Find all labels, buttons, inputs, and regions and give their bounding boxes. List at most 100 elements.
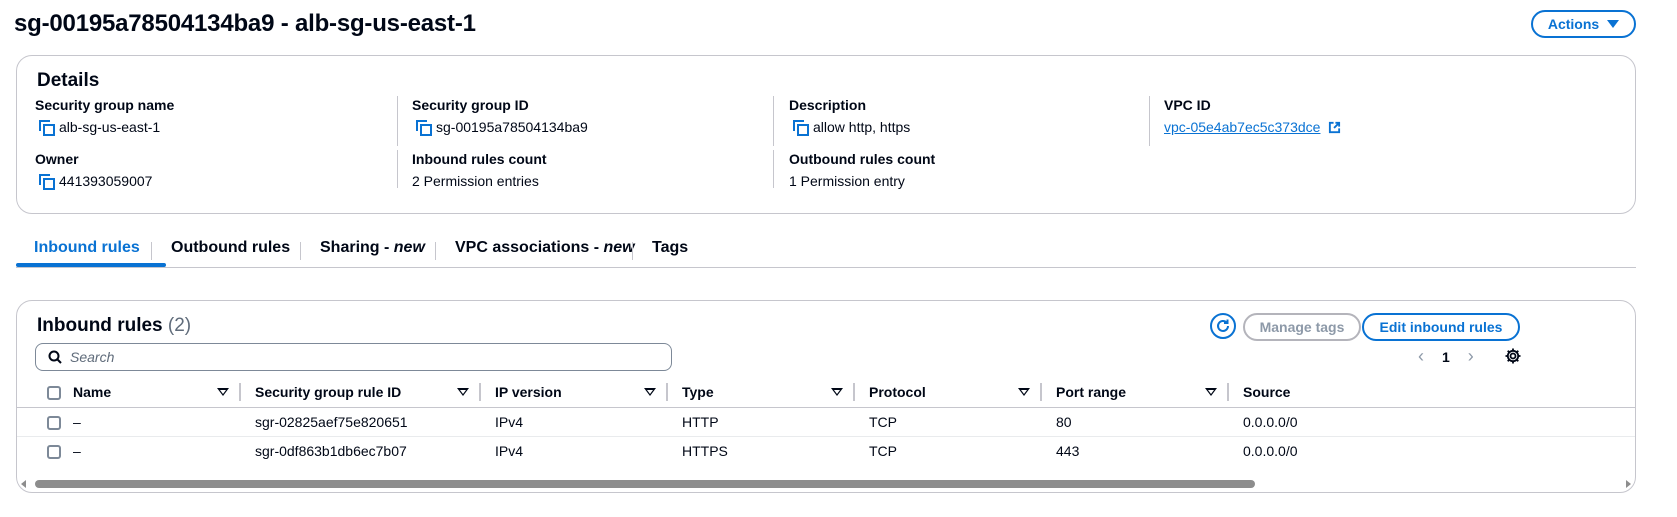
- tab-separator: [632, 242, 633, 260]
- external-link-icon[interactable]: [1328, 121, 1341, 134]
- row-checkbox[interactable]: [47, 416, 61, 431]
- scroll-right-icon[interactable]: [1626, 480, 1631, 488]
- divider: [1149, 96, 1150, 146]
- column-header-protocol[interactable]: Protocol: [855, 377, 1042, 408]
- details-title: Details: [37, 70, 100, 91]
- cell-protocol: TCP: [869, 414, 897, 430]
- sort-icon[interactable]: [1018, 388, 1030, 396]
- tab-vpc-associations[interactable]: VPC associations - new: [455, 232, 635, 266]
- tab-outbound-rules[interactable]: Outbound rules: [171, 232, 290, 266]
- sort-icon[interactable]: [217, 388, 229, 396]
- cell-port-range: 80: [1056, 414, 1072, 430]
- cell-rule-id: sgr-0df863b1db6ec7b07: [255, 443, 407, 460]
- sort-icon[interactable]: [644, 388, 656, 396]
- field-value: 441393059007: [59, 173, 153, 189]
- tab-label: VPC associations -: [455, 239, 604, 256]
- pagination: ‹ 1 ›: [1418, 346, 1474, 367]
- search-field[interactable]: [35, 343, 672, 371]
- caret-down-icon: [1607, 20, 1620, 28]
- cell-source: 0.0.0.0/0: [1243, 414, 1298, 430]
- cell-ip-version: IPv4: [495, 443, 524, 460]
- tab-new-badge: new: [393, 239, 425, 256]
- row-checkbox[interactable]: [47, 445, 61, 460]
- tab-separator: [435, 242, 436, 260]
- copy-icon[interactable]: [39, 120, 55, 136]
- field-security-group-id: Security group ID sg-00195a78504134ba9: [412, 96, 588, 136]
- cell-source: 0.0.0.0/0: [1243, 443, 1298, 460]
- cell-rule-id: sgr-02825aef75e820651: [255, 414, 408, 430]
- cell-type: HTTP: [682, 414, 719, 430]
- search-icon: [48, 350, 62, 364]
- copy-icon[interactable]: [416, 120, 432, 136]
- field-label: VPC ID: [1164, 97, 1211, 113]
- field-value: 2 Permission entries: [412, 173, 539, 189]
- field-label: Owner: [35, 151, 79, 167]
- field-value: sg-00195a78504134ba9: [436, 119, 588, 135]
- tab-new-badge: new: [603, 239, 635, 256]
- page-title: sg-00195a78504134ba9 - alb-sg-us-east-1: [14, 10, 476, 37]
- copy-icon[interactable]: [39, 174, 55, 190]
- sort-icon[interactable]: [457, 388, 469, 396]
- field-outbound-rules-count: Outbound rules count 1 Permission entry: [789, 150, 935, 190]
- inbound-rules-table: Name Security group rule ID IP version T…: [17, 377, 1635, 466]
- tab-inbound-rules[interactable]: Inbound rules: [34, 232, 140, 266]
- sort-icon[interactable]: [1205, 388, 1217, 396]
- vpc-id-link[interactable]: vpc-05e4ab7ec5c373dce: [1164, 118, 1320, 136]
- divider: [397, 150, 398, 188]
- cell-name: –: [73, 443, 81, 460]
- refresh-button[interactable]: [1210, 313, 1236, 339]
- edit-inbound-rules-button[interactable]: Edit inbound rules: [1362, 313, 1520, 341]
- inbound-rules-panel: Inbound rules (2) Manage tags Edit inbou…: [16, 300, 1636, 493]
- field-label: Security group name: [35, 97, 175, 113]
- column-header-rule-id[interactable]: Security group rule ID: [241, 377, 481, 408]
- column-label: Protocol: [869, 384, 926, 400]
- column-header-type[interactable]: Type: [668, 377, 855, 408]
- column-label: Name: [73, 384, 112, 400]
- field-description: Description allow http, https: [789, 96, 910, 136]
- field-label: Security group ID: [412, 97, 529, 113]
- rules-title: Inbound rules (2): [37, 315, 191, 337]
- details-panel: Details Security group name alb-sg-us-ea…: [16, 55, 1636, 214]
- column-label: IP version: [495, 384, 562, 400]
- tab-sharing[interactable]: Sharing - new: [320, 232, 425, 266]
- gear-icon[interactable]: [1504, 347, 1522, 365]
- column-header-source[interactable]: Source: [1229, 377, 1635, 408]
- cell-port-range: 443: [1056, 443, 1080, 460]
- field-label: Description: [789, 97, 867, 113]
- divider: [773, 150, 774, 188]
- cell-ip-version: IPv4: [495, 414, 524, 430]
- column-header-ip-version[interactable]: IP version: [481, 377, 668, 408]
- chevron-left-icon[interactable]: ‹: [1418, 346, 1424, 367]
- cell-name: –: [73, 414, 81, 430]
- cell-type: HTTPS: [682, 443, 728, 460]
- tab-label: Inbound rules: [34, 239, 140, 256]
- actions-button[interactable]: Actions: [1531, 10, 1636, 38]
- tab-label: Tags: [652, 239, 689, 256]
- field-label: Inbound rules count: [412, 151, 547, 167]
- column-label: Source: [1243, 384, 1291, 400]
- page-number[interactable]: 1: [1442, 349, 1450, 365]
- scrollbar-thumb[interactable]: [35, 480, 1255, 488]
- field-vpc-id: VPC ID vpc-05e4ab7ec5c373dce: [1164, 96, 1341, 136]
- field-value: allow http, https: [813, 119, 911, 135]
- manage-tags-button[interactable]: Manage tags: [1243, 313, 1361, 341]
- rules-title-text: Inbound rules: [37, 315, 163, 336]
- copy-icon[interactable]: [793, 120, 809, 136]
- search-input[interactable]: [70, 349, 630, 365]
- divider: [773, 96, 774, 146]
- horizontal-scrollbar[interactable]: [21, 479, 1631, 489]
- scroll-left-icon[interactable]: [21, 480, 26, 488]
- select-all-checkbox[interactable]: [47, 386, 61, 401]
- column-label: Type: [682, 384, 714, 400]
- tab-bar: Inbound rules Outbound rules Sharing - n…: [16, 232, 1636, 268]
- table-row[interactable]: – sgr-0df863b1db6ec7b07 IPv4 HTTPS TCP 4…: [17, 437, 1635, 466]
- field-label: Outbound rules count: [789, 151, 936, 167]
- column-header-name[interactable]: Name: [73, 377, 241, 408]
- table-row[interactable]: – sgr-02825aef75e820651 IPv4 HTTP TCP 80…: [17, 407, 1635, 437]
- field-value: 1 Permission entry: [789, 173, 905, 189]
- column-header-port-range[interactable]: Port range: [1042, 377, 1229, 408]
- refresh-icon: [1217, 319, 1229, 332]
- sort-icon[interactable]: [831, 388, 843, 396]
- tab-tags[interactable]: Tags: [652, 232, 688, 266]
- chevron-right-icon[interactable]: ›: [1468, 346, 1474, 367]
